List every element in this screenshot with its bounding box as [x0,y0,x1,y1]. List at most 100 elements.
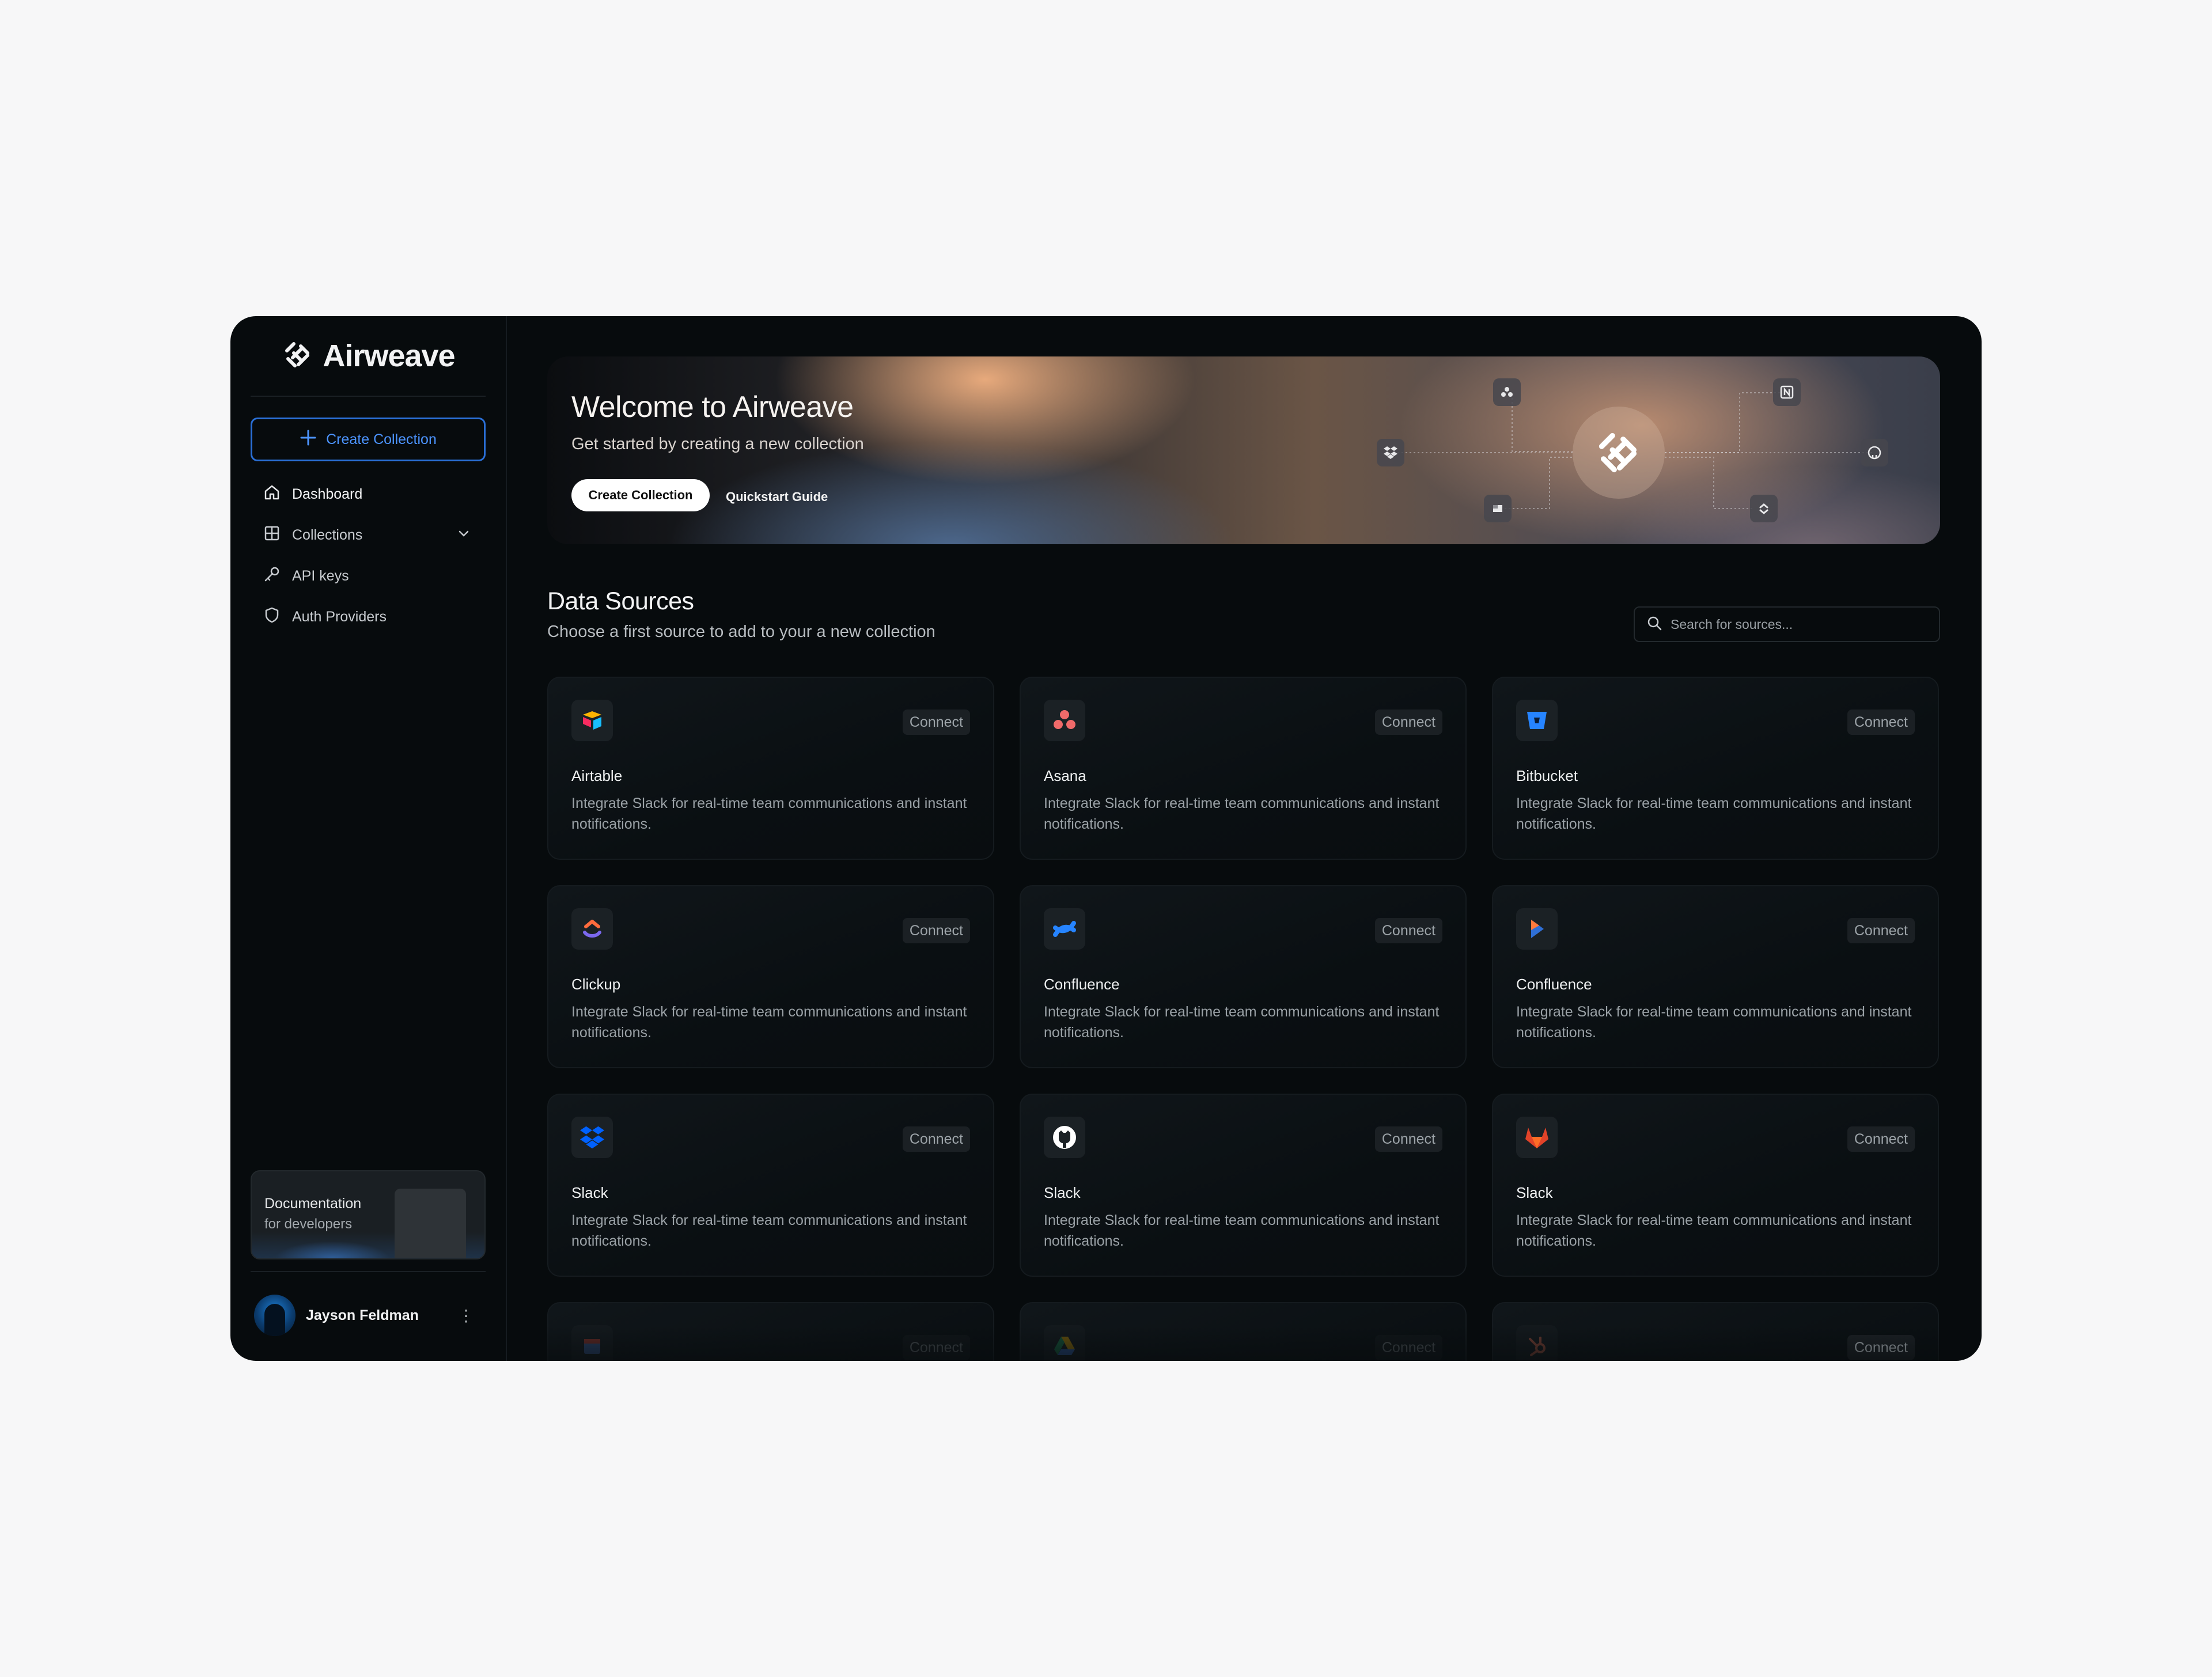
sidebar-item-dashboard[interactable]: Dashboard [251,474,486,515]
source-card-confluence-2[interactable]: Connect Confluence Integrate Slack for r… [1492,885,1939,1068]
source-card-partial[interactable]: Connect [1020,1302,1467,1361]
sidebar-item-label: Collections [292,527,363,543]
source-description: Integrate Slack for real-time team commu… [1516,1212,1912,1249]
source-card-slack-github[interactable]: Connect Slack Integrate Slack for real-t… [1020,1094,1467,1277]
asana-icon [1044,700,1085,741]
connect-button[interactable]: Connect [1847,1335,1915,1360]
search-icon [1646,615,1662,634]
source-name: Confluence [1044,976,1120,993]
sidebar-item-label: API keys [292,568,349,584]
source-description: Integrate Slack for real-time team commu… [571,795,967,832]
airtable-icon [571,700,613,741]
source-card-bitbucket[interactable]: Connect Bitbucket Integrate Slack for re… [1492,677,1939,860]
calendar-icon [571,1325,613,1361]
source-search[interactable] [1634,606,1940,642]
sidebar-divider [251,1271,486,1272]
dropbox-icon [1377,439,1404,466]
connect-button[interactable]: Connect [1374,709,1442,735]
chevron-down-icon[interactable] [457,526,471,544]
source-name: Slack [1516,1184,1553,1201]
hero-create-collection-button[interactable]: Create Collection [571,479,710,511]
github-icon [1861,439,1888,466]
key-icon [263,566,281,587]
sidebar-item-collections[interactable]: Collections [251,515,486,556]
source-description: Integrate Slack for real-time team commu… [571,1004,967,1041]
hubspot-icon [1516,1325,1558,1361]
shield-icon [263,606,281,628]
welcome-banner: Welcome to Airweave Get started by creat… [547,356,1940,544]
main-content: Welcome to Airweave Get started by creat… [507,316,1982,1361]
connect-button[interactable]: Connect [1374,1335,1442,1360]
source-description: Integrate Slack for real-time team commu… [1516,1004,1912,1041]
source-description: Integrate Slack for real-time team commu… [1044,795,1440,832]
source-card-asana[interactable]: Connect Asana Integrate Slack for real-t… [1020,677,1467,860]
dropbox-icon [571,1117,613,1158]
more-options-icon[interactable]: ⋮ [458,1306,474,1325]
source-name: Slack [571,1184,608,1201]
airtable-icon [1484,495,1512,522]
source-name: Airtable [571,767,623,784]
source-name: Asana [1044,767,1086,784]
connect-button[interactable]: Connect [1374,1126,1442,1152]
play-icon [1516,908,1558,950]
search-input[interactable] [1671,616,1924,632]
connect-button[interactable]: Connect [1847,709,1915,735]
create-collection-label: Create Collection [326,431,437,447]
documentation-card[interactable]: Documentation for developers [251,1170,486,1259]
integration-diagram [1365,356,1940,544]
source-name: Slack [1044,1184,1081,1201]
documentation-title: Documentation [264,1196,362,1212]
connect-button[interactable]: Connect [902,918,970,943]
home-icon [263,484,281,505]
sidebar-item-label: Dashboard [292,486,363,502]
sidebar: Airweave Create Collection Dashboard Col… [230,316,507,1361]
connect-button[interactable]: Connect [1374,918,1442,943]
user-name: Jayson Feldman [306,1307,419,1323]
documentation-thumbnail [395,1189,466,1258]
source-card-partial[interactable]: Connect [1492,1302,1939,1361]
avatar[interactable] [254,1295,296,1336]
brand-name: Airweave [323,339,455,373]
bitbucket-icon [1516,700,1558,741]
connect-button[interactable]: Connect [1847,1126,1915,1152]
source-card-airtable[interactable]: Connect Airtable Integrate Slack for rea… [547,677,994,860]
user-profile[interactable]: Jayson Feldman ⋮ [251,1292,486,1338]
connect-button[interactable]: Connect [1847,918,1915,943]
source-card-partial[interactable]: Connect [547,1302,994,1361]
source-card-confluence[interactable]: Connect Confluence Integrate Slack for r… [1020,885,1467,1068]
documentation-subtitle: for developers [264,1216,353,1232]
airweave-logo-icon [281,338,315,374]
source-description: Integrate Slack for real-time team commu… [571,1212,967,1249]
connect-button[interactable]: Connect [902,1335,970,1360]
source-name: Confluence [1516,976,1592,993]
plus-icon [300,429,317,450]
gitlab-icon [1516,1117,1558,1158]
clickup-icon [571,908,613,950]
source-card-slack-dropbox[interactable]: Connect Slack Integrate Slack for real-t… [547,1094,994,1277]
quickstart-guide-link[interactable]: Quickstart Guide [726,490,828,504]
sidebar-item-api-keys[interactable]: API keys [251,556,486,597]
sidebar-nav: Dashboard Collections API keys Auth Prov… [251,474,486,638]
sidebar-item-label: Auth Providers [292,609,387,625]
drive-icon [1044,1325,1085,1361]
airweave-hub-icon [1573,407,1665,499]
source-description: Integrate Slack for real-time team commu… [1516,795,1912,832]
clickup-icon [1750,495,1778,522]
source-name: Clickup [571,976,621,993]
sidebar-item-auth-providers[interactable]: Auth Providers [251,597,486,638]
connect-button[interactable]: Connect [902,709,970,735]
source-card-clickup[interactable]: Connect Clickup Integrate Slack for real… [547,885,994,1068]
data-sources-grid: Connect Airtable Integrate Slack for rea… [547,677,1945,1361]
source-description: Integrate Slack for real-time team commu… [1044,1212,1440,1249]
source-card-slack-gitlab[interactable]: Connect Slack Integrate Slack for real-t… [1492,1094,1939,1277]
source-name: Bitbucket [1516,767,1578,784]
brand[interactable]: Airweave [251,316,486,397]
create-collection-button[interactable]: Create Collection [251,418,486,461]
asana-icon [1493,378,1521,406]
connect-button[interactable]: Connect [902,1126,970,1152]
documentation-glow [275,1241,390,1258]
grid-icon [263,525,281,546]
confluence-icon [1044,908,1085,950]
hero-subtitle: Get started by creating a new collection [571,435,864,453]
hero-title: Welcome to Airweave [571,390,854,424]
